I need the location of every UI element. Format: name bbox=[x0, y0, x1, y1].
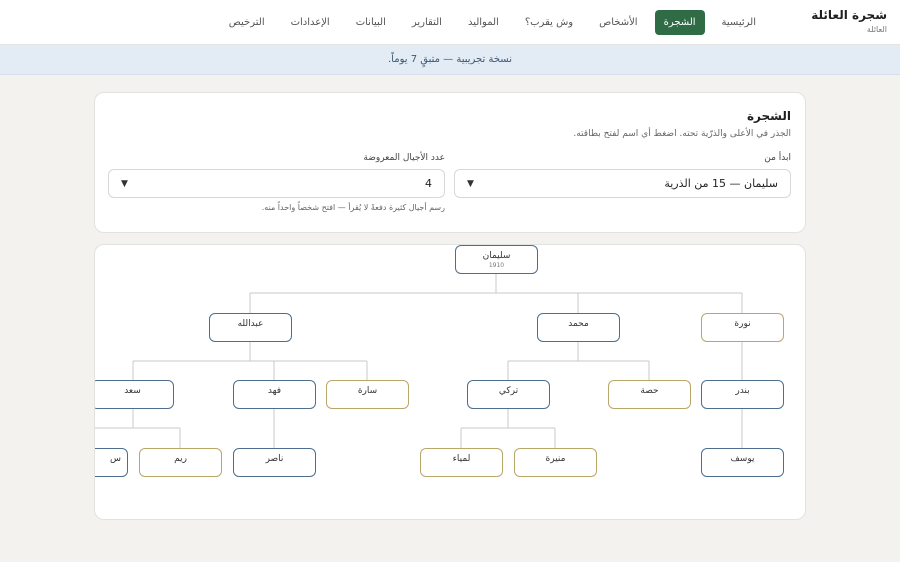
trial-banner: نسخة تجريبية — متبقٍ 7 يوماً. bbox=[0, 45, 900, 75]
node-name: فهد bbox=[267, 386, 282, 396]
node-name: حصة bbox=[640, 386, 659, 396]
tree-node-noura[interactable]: نورة bbox=[701, 313, 784, 342]
nav-home[interactable]: الرئيسية bbox=[713, 10, 765, 35]
nav-relation[interactable]: وش يقرب؟ bbox=[516, 10, 582, 35]
tree-node-lamia[interactable]: لمياء bbox=[420, 448, 503, 477]
tree-node-root[interactable]: سليمان 1910 bbox=[455, 245, 538, 274]
nav-reports[interactable]: التقارير bbox=[403, 10, 451, 35]
section-title: الشجرة bbox=[746, 109, 791, 123]
node-birth-year: 1910 bbox=[488, 262, 505, 269]
chevron-down-icon: ▼ bbox=[121, 178, 128, 189]
tree-node-bandar[interactable]: بندر bbox=[701, 380, 784, 409]
node-name: نورة bbox=[734, 319, 751, 329]
nav-data[interactable]: البيانات bbox=[347, 10, 395, 35]
node-name: ناصر bbox=[265, 454, 284, 464]
brand-title: شجرة العائلة bbox=[811, 8, 887, 22]
node-name: سارة bbox=[357, 386, 378, 396]
brand[interactable]: شجرة العائلة العائلة bbox=[811, 8, 887, 34]
start-person-value: سليمان — 15 من الذرية bbox=[664, 177, 778, 190]
nav-settings[interactable]: الإعدادات bbox=[282, 10, 339, 35]
generations-label: عدد الأجيال المعروضة bbox=[363, 153, 445, 163]
node-name: س bbox=[110, 454, 121, 464]
node-name: منيرة bbox=[545, 454, 566, 464]
nav-license[interactable]: الترخيص bbox=[220, 10, 274, 35]
node-name: ريم bbox=[174, 454, 187, 464]
tree-node-turki[interactable]: تركي bbox=[467, 380, 550, 409]
node-name: يوسف bbox=[730, 454, 755, 464]
tree-node-sara[interactable]: سارة bbox=[326, 380, 409, 409]
node-name: تركي bbox=[498, 386, 519, 396]
start-person-select[interactable]: سليمان — 15 من الذرية ▼ bbox=[454, 169, 791, 198]
tree-controls-card: الشجرة الجذر في الأعلى والذرّية تحته. اض… bbox=[94, 92, 806, 233]
tree-node-mohammed[interactable]: محمد bbox=[537, 313, 620, 342]
tree-node-reem[interactable]: ريم bbox=[139, 448, 222, 477]
tree-node-cropped[interactable]: س bbox=[95, 448, 128, 477]
start-from-label: ابدأ من bbox=[764, 153, 791, 163]
section-subtitle: الجذر في الأعلى والذرّية تحته. اضغط أي ا… bbox=[573, 129, 791, 139]
nav-people[interactable]: الأشخاص bbox=[590, 10, 646, 35]
nav-births[interactable]: المواليد bbox=[459, 10, 508, 35]
brand-subtitle: العائلة bbox=[866, 25, 887, 34]
node-name: محمد bbox=[568, 319, 589, 329]
top-header: شجرة العائلة العائلة الرئيسية الشجرة الأ… bbox=[0, 0, 900, 45]
node-name: سعد bbox=[124, 386, 141, 396]
node-name: لمياء bbox=[452, 454, 471, 464]
tree-node-saad[interactable]: سعد bbox=[95, 380, 174, 409]
tree-node-fahad[interactable]: فهد bbox=[233, 380, 316, 409]
node-name: سليمان bbox=[482, 251, 511, 261]
nav-tree[interactable]: الشجرة bbox=[654, 10, 705, 35]
tree-node-munira[interactable]: منيرة bbox=[514, 448, 597, 477]
generations-hint: رسم أجيال كثيرة دفعةً لا يُقرأ — افتح شخ… bbox=[261, 203, 445, 212]
chevron-down-icon: ▼ bbox=[467, 178, 474, 189]
node-name: عبدالله bbox=[237, 319, 264, 329]
tree-node-nasser[interactable]: ناصر bbox=[233, 448, 316, 477]
node-name: بندر bbox=[735, 386, 750, 396]
tree-node-abdullah[interactable]: عبدالله bbox=[209, 313, 292, 342]
main-nav: الرئيسية الشجرة الأشخاص وش يقرب؟ الموالي… bbox=[220, 10, 765, 35]
tree-connectors bbox=[95, 274, 743, 448]
generations-select[interactable]: 4 ▼ bbox=[108, 169, 445, 198]
family-tree-canvas: سليمان 1910 نورة محمد عبدالله بندر حصة ت… bbox=[94, 244, 806, 520]
tree-node-hessa[interactable]: حصة bbox=[608, 380, 691, 409]
generations-value: 4 bbox=[425, 177, 432, 190]
tree-node-yousef[interactable]: يوسف bbox=[701, 448, 784, 477]
